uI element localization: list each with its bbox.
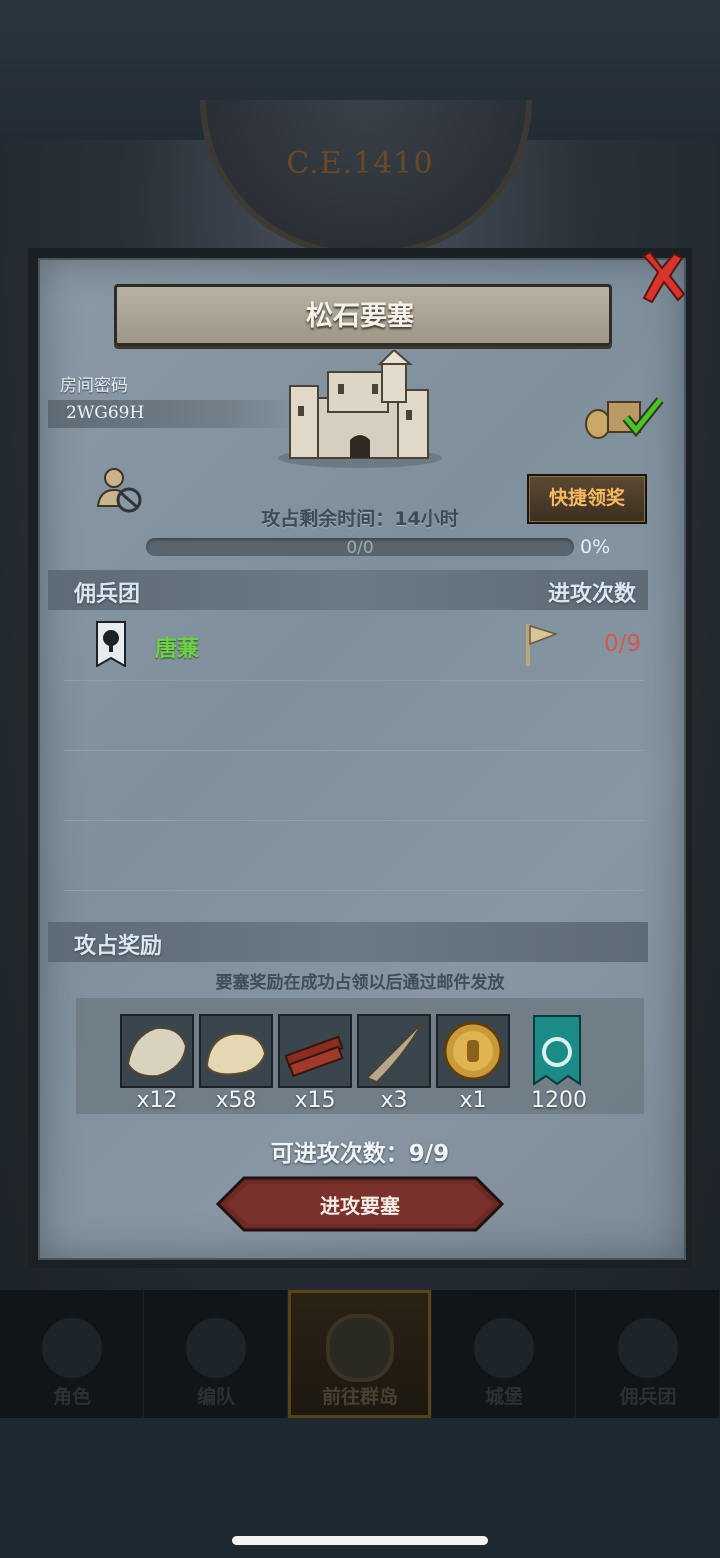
twisted-horn-icon <box>365 1021 424 1084</box>
row-divider <box>64 750 644 751</box>
wool-fleece-icon <box>205 1032 267 1076</box>
flag-icon <box>526 624 558 666</box>
reward-slot[interactable] <box>199 1014 273 1088</box>
reward-qty: 1200 <box>531 1088 587 1113</box>
fortress-icon <box>278 350 442 468</box>
compass-map-icon <box>326 1314 394 1382</box>
reward-qty: x3 <box>380 1088 408 1113</box>
guild-banner-icon <box>533 1015 581 1086</box>
member-attack-count: 0/9 <box>604 631 642 657</box>
reward-qty: x1 <box>459 1088 487 1113</box>
nav-item-formation[interactable]: 编队 <box>144 1290 288 1418</box>
row-divider <box>64 680 644 681</box>
castle-icon <box>474 1318 534 1378</box>
ship-icon <box>618 1318 678 1378</box>
dialog-title: 松石要塞 <box>306 301 414 332</box>
rewards-title: 攻占奖励 <box>74 934 163 959</box>
nav-label: 编队 <box>196 1386 235 1408</box>
member-name: 唐蒹 <box>155 637 200 662</box>
tree-banner-icon <box>96 621 126 667</box>
reward-qty: x12 <box>136 1088 178 1113</box>
close-icon[interactable] <box>636 250 688 306</box>
member-row[interactable] <box>48 612 648 678</box>
reward-slot[interactable] <box>436 1014 510 1088</box>
room-code: 2WG69H <box>66 403 145 423</box>
nav-label: 前往群岛 <box>321 1386 398 1408</box>
capture-progress-value: 0/0 <box>346 538 374 558</box>
nav-label: 佣兵团 <box>619 1386 677 1408</box>
row-divider <box>64 820 644 821</box>
row-divider <box>64 890 644 891</box>
mercenary-header: 佣兵团 <box>74 582 141 607</box>
loot-claimed-icon <box>585 397 664 439</box>
bottom-nav: 角色 编队 前往群岛 城堡 佣兵团 <box>0 1290 720 1418</box>
helmet-icon <box>186 1318 246 1378</box>
wood-planks-icon <box>284 1035 344 1078</box>
nav-item-character[interactable]: 角色 <box>0 1290 144 1418</box>
gold-helmet-coin-icon <box>443 1021 503 1081</box>
home-indicator[interactable] <box>232 1536 488 1545</box>
reward-slot[interactable] <box>522 1014 592 1086</box>
fur-pelt-icon <box>126 1026 188 1078</box>
reward-slot[interactable] <box>120 1014 194 1088</box>
attack-fortress-label: 进攻要塞 <box>320 1194 400 1218</box>
attack-count-header: 进攻次数 <box>548 582 637 607</box>
nav-item-mercenary[interactable]: 佣兵团 <box>576 1290 720 1418</box>
reward-slot[interactable] <box>357 1014 431 1088</box>
rewards-note: 要塞奖励在成功占领以后通过邮件发放 <box>215 973 505 993</box>
nav-label: 角色 <box>52 1386 91 1408</box>
nav-item-castle[interactable]: 城堡 <box>432 1290 576 1418</box>
era-label: C.E.1410 <box>286 146 434 181</box>
knight-icon <box>42 1318 102 1378</box>
nav-label: 城堡 <box>484 1386 523 1408</box>
capture-progress-percent: 0% <box>580 536 611 558</box>
nav-item-islands[interactable]: 前往群岛 <box>288 1290 432 1418</box>
reward-slot[interactable] <box>278 1014 352 1088</box>
reward-qty: x58 <box>215 1088 257 1113</box>
room-code-label: 房间密码 <box>60 376 128 396</box>
reward-qty: x15 <box>294 1088 336 1113</box>
attempts-remaining: 可进攻次数：9/9 <box>270 1141 450 1167</box>
remaining-time: 攻占剩余时间：14小时 <box>261 508 459 530</box>
